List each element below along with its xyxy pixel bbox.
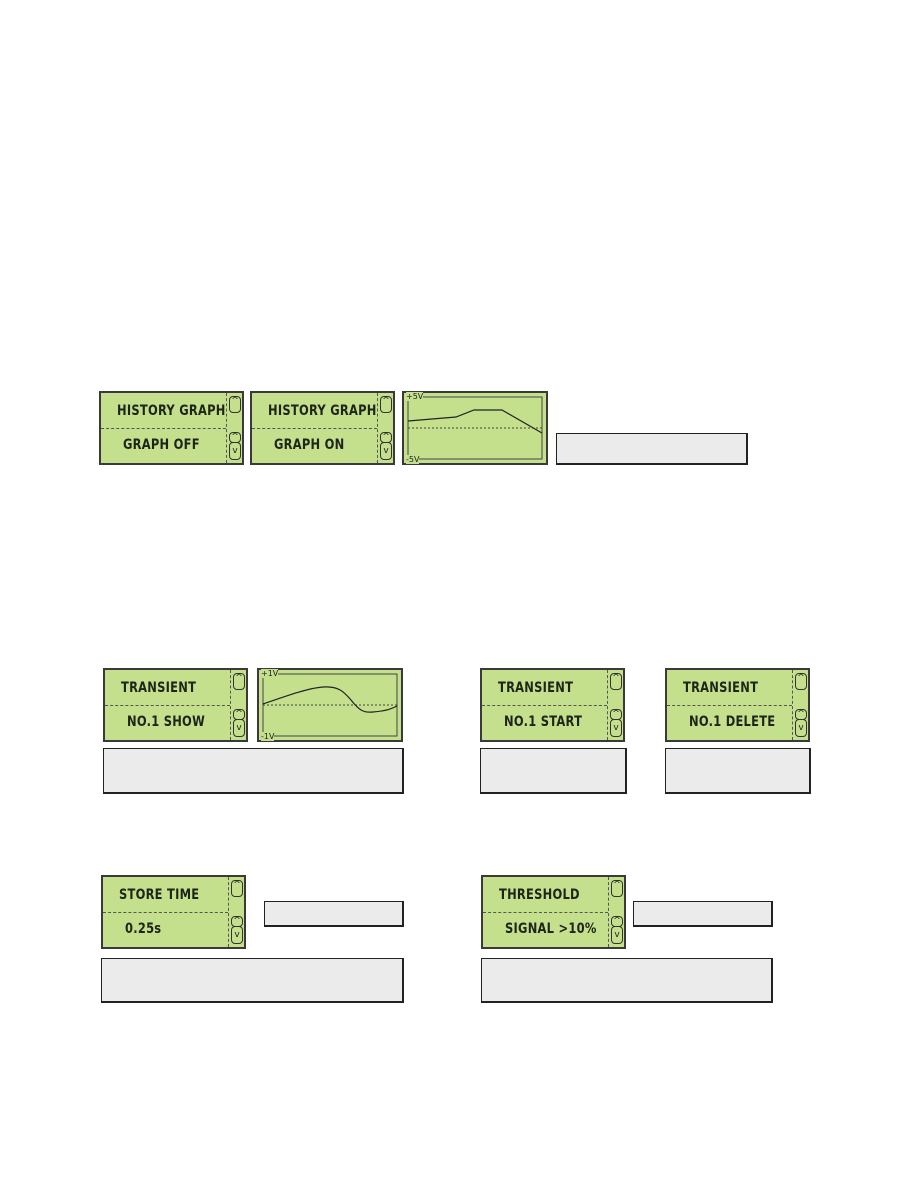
lcd-line-2: NO.1 START <box>504 714 583 730</box>
caption-box <box>481 958 773 1003</box>
graph-bottom-label: -1V <box>261 732 275 741</box>
chevron-up-icon[interactable]: ^ <box>380 396 392 413</box>
lcd-line-2: NO.1 DELETE <box>689 714 776 730</box>
chevron-down-icon[interactable]: v <box>233 719 245 737</box>
scrollbar[interactable]: ^ ^ v <box>608 877 624 947</box>
trace-line <box>262 686 398 713</box>
scrollbar[interactable]: ^ ^ v <box>607 670 623 740</box>
divider <box>667 705 792 706</box>
chevron-up-icon[interactable]: ^ <box>229 396 241 413</box>
caption-box <box>665 748 811 794</box>
divider <box>101 428 226 429</box>
lcd-line-2: NO.1 SHOW <box>127 714 205 730</box>
lcd-transient-show: TRANSIENT NO.1 SHOW ^ ^ v <box>103 668 248 742</box>
divider <box>105 705 230 706</box>
lcd-line-1: THRESHOLD <box>499 887 580 903</box>
graph-plot <box>262 673 398 737</box>
chevron-down-icon[interactable]: v <box>611 926 623 944</box>
scrollbar[interactable]: ^ ^ v <box>228 877 244 947</box>
lcd-line-1: HISTORY GRAPH <box>268 403 377 419</box>
trace-line <box>407 409 543 434</box>
graph-top-label: +1V <box>261 669 279 678</box>
scrollbar[interactable]: ^ ^ v <box>792 670 808 740</box>
lcd-line-1: HISTORY GRAPH <box>117 403 226 419</box>
lcd-threshold: THRESHOLD SIGNAL >10% ^ ^ v <box>481 875 626 949</box>
chevron-down-icon[interactable]: v <box>380 442 392 460</box>
caption-box <box>264 901 404 927</box>
chevron-up-icon[interactable]: ^ <box>611 880 623 897</box>
lcd-line-2: SIGNAL >10% <box>505 921 597 937</box>
graph-bottom-label: -5V <box>406 455 420 464</box>
transient-graph: +1V -1V <box>257 668 403 742</box>
graph-plot <box>407 396 543 460</box>
lcd-transient-start: TRANSIENT NO.1 START ^ ^ v <box>480 668 625 742</box>
lcd-history-graph-off: HISTORY GRAPH GRAPH OFF ^ ^ v <box>99 391 244 465</box>
caption-box <box>480 748 627 794</box>
caption-box <box>633 901 773 927</box>
caption-box <box>103 748 404 794</box>
lcd-line-1: STORE TIME <box>119 887 200 903</box>
divider <box>482 705 607 706</box>
chevron-down-icon[interactable]: v <box>795 719 807 737</box>
chevron-down-icon[interactable]: v <box>610 719 622 737</box>
chevron-up-icon[interactable]: ^ <box>233 673 245 690</box>
scrollbar[interactable]: ^ ^ v <box>226 393 242 463</box>
divider <box>103 912 228 913</box>
scrollbar[interactable]: ^ ^ v <box>377 393 393 463</box>
divider <box>483 912 608 913</box>
chevron-down-icon[interactable]: v <box>231 926 243 944</box>
history-graph: +5V -5V <box>402 391 548 465</box>
lcd-line-1: TRANSIENT <box>121 680 197 696</box>
graph-top-label: +5V <box>406 392 424 401</box>
lcd-store-time: STORE TIME 0.25s ^ ^ v <box>101 875 246 949</box>
scrollbar[interactable]: ^ ^ v <box>230 670 246 740</box>
chevron-up-icon[interactable]: ^ <box>795 673 807 690</box>
lcd-line-2: GRAPH ON <box>274 437 345 453</box>
lcd-transient-delete: TRANSIENT NO.1 DELETE ^ ^ v <box>665 668 810 742</box>
caption-box <box>101 958 404 1003</box>
chevron-up-icon[interactable]: ^ <box>610 673 622 690</box>
lcd-line-1: TRANSIENT <box>498 680 574 696</box>
lcd-history-graph-on: HISTORY GRAPH GRAPH ON ^ ^ v <box>250 391 395 465</box>
chevron-down-icon[interactable]: v <box>229 442 241 460</box>
caption-box <box>556 433 748 465</box>
lcd-line-2: GRAPH OFF <box>123 437 200 453</box>
divider <box>252 428 377 429</box>
chevron-up-icon[interactable]: ^ <box>231 880 243 897</box>
lcd-line-1: TRANSIENT <box>683 680 759 696</box>
lcd-line-2: 0.25s <box>125 921 162 937</box>
